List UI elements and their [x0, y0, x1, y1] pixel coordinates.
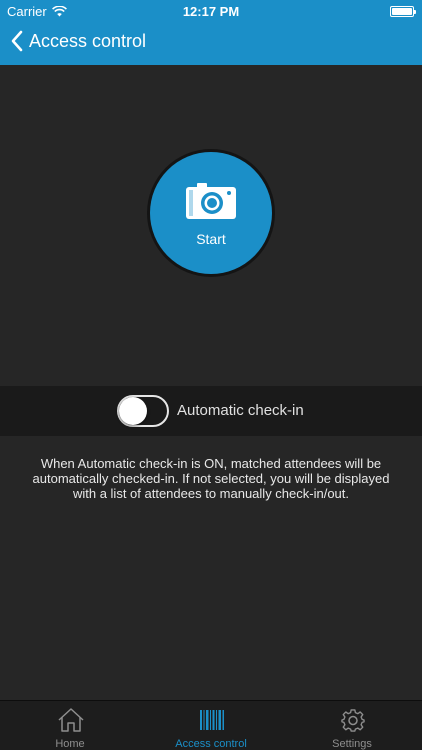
home-icon — [58, 708, 84, 732]
scanner-area: Start — [0, 65, 422, 386]
gear-icon — [341, 709, 365, 732]
toggle-knob — [119, 397, 147, 425]
automatic-checkin-toggle[interactable] — [117, 395, 169, 427]
automatic-checkin-row: Automatic check-in — [0, 386, 422, 436]
start-button[interactable]: Start — [150, 152, 272, 274]
camera-icon — [186, 183, 236, 219]
chevron-left-icon — [11, 30, 23, 52]
tab-access-control[interactable]: Access control — [141, 701, 281, 750]
nav-bar: Access control — [0, 22, 422, 65]
automatic-checkin-label: Automatic check-in — [177, 402, 304, 419]
tab-bar: Home Access control Settings — [0, 700, 422, 750]
status-time: 12:17 PM — [182, 4, 240, 19]
tab-settings-label: Settings — [332, 738, 372, 750]
status-bar: Carrier 12:17 PM — [0, 0, 422, 22]
info-text: When Automatic check-in is ON, matched a… — [32, 456, 390, 501]
back-button[interactable]: Access control — [10, 30, 146, 52]
header: Carrier 12:17 PM Access control — [0, 0, 422, 65]
tab-access-control-label: Access control — [175, 738, 247, 750]
tab-home-label: Home — [55, 738, 85, 750]
page-title: Access control — [29, 30, 147, 51]
battery-icon — [390, 6, 416, 17]
barcode-icon — [200, 710, 224, 730]
tab-home[interactable]: Home — [0, 701, 140, 750]
tab-settings[interactable]: Settings — [282, 701, 422, 750]
start-label: Start — [196, 231, 226, 247]
